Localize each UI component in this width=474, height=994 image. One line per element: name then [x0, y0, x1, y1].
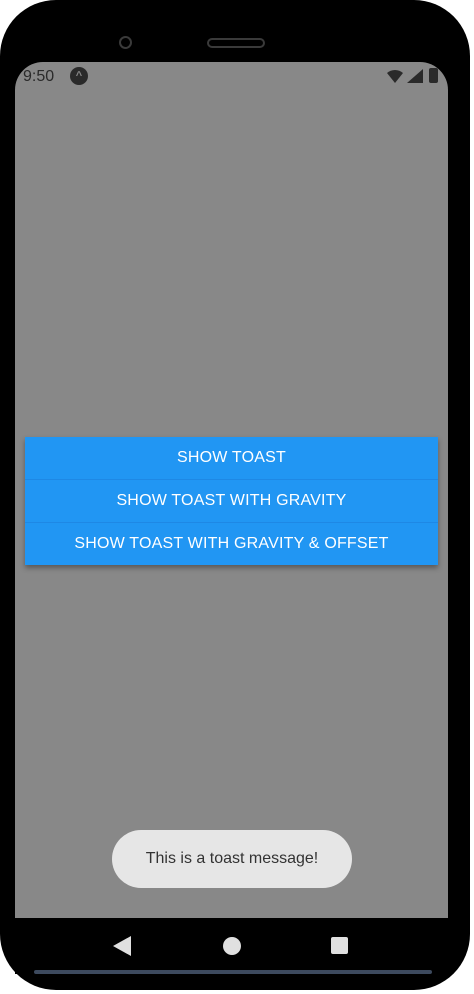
- status-time: 9:50: [23, 68, 55, 85]
- react-native-icon: ^: [70, 67, 88, 85]
- app-screen: 9:50 ^ SHOW TOAST SHOW TOAST WITH GRAVIT…: [15, 62, 448, 918]
- show-toast-gravity-button[interactable]: SHOW TOAST WITH GRAVITY: [25, 480, 438, 523]
- signal-icon: [407, 69, 423, 83]
- show-toast-button[interactable]: SHOW TOAST: [25, 437, 438, 480]
- phone-frame: 9:50 ^ SHOW TOAST SHOW TOAST WITH GRAVIT…: [0, 0, 470, 990]
- recents-icon[interactable]: [331, 937, 348, 954]
- front-camera: [119, 36, 132, 49]
- show-toast-gravity-offset-button[interactable]: SHOW TOAST WITH GRAVITY & OFFSET: [25, 523, 438, 565]
- battery-icon: [429, 68, 438, 83]
- back-icon[interactable]: [113, 936, 131, 956]
- status-bar: 9:50 ^: [15, 62, 448, 92]
- bottom-edge-line: [34, 970, 432, 974]
- button-group: SHOW TOAST SHOW TOAST WITH GRAVITY SHOW …: [25, 437, 438, 565]
- navigation-bar: [15, 918, 448, 974]
- earpiece-speaker: [207, 38, 265, 48]
- home-icon[interactable]: [223, 937, 241, 955]
- wifi-icon: [387, 69, 403, 83]
- toast-message: This is a toast message!: [112, 830, 352, 888]
